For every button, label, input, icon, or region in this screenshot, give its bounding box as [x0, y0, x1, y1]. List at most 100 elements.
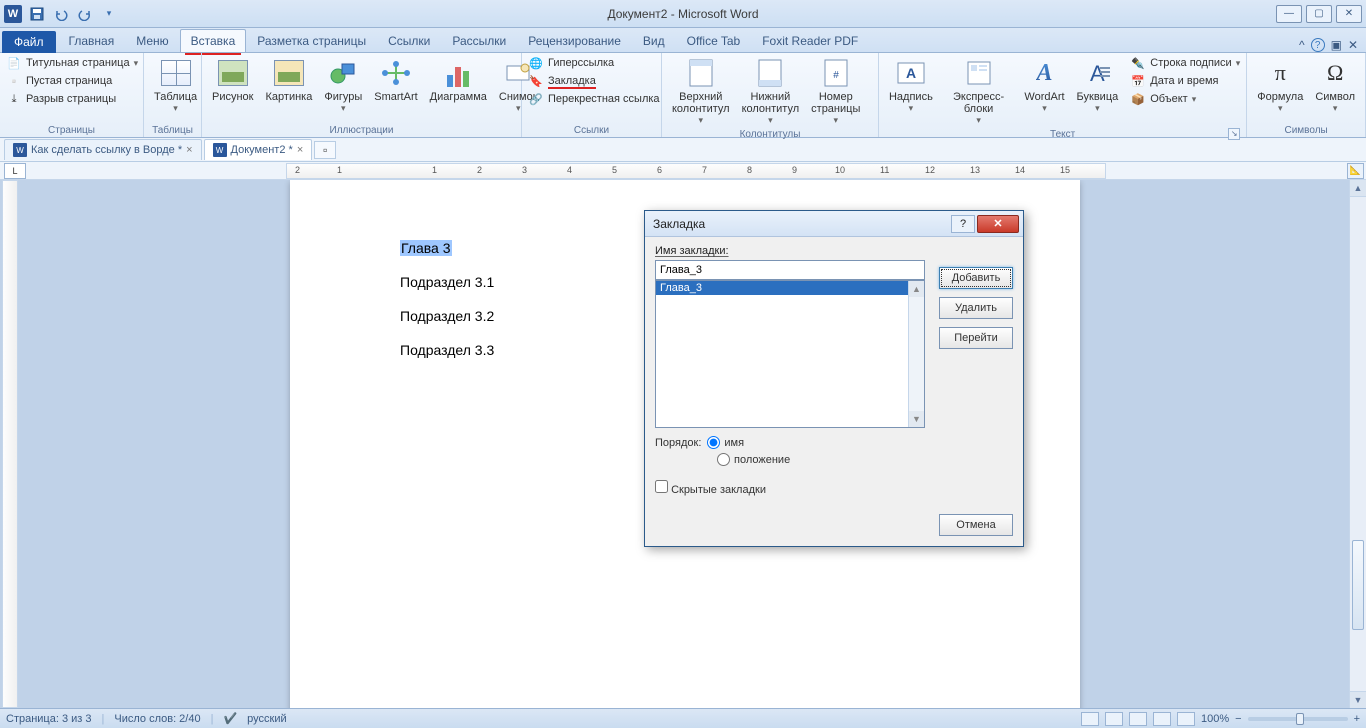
tab-view[interactable]: Вид: [632, 29, 676, 52]
tab-home[interactable]: Главная: [58, 29, 126, 52]
clipart-button[interactable]: Картинка: [262, 55, 317, 105]
page-break-button[interactable]: ⤓Разрыв страницы: [6, 91, 138, 107]
help-icon[interactable]: ?: [1311, 38, 1325, 52]
zoom-in-button[interactable]: +: [1354, 713, 1360, 725]
tab-insert[interactable]: Вставка: [180, 29, 247, 52]
close-tab-icon[interactable]: ×: [186, 144, 192, 156]
doc-tab-2[interactable]: WДокумент2 *×: [204, 139, 313, 160]
goto-button[interactable]: Перейти: [939, 327, 1013, 349]
wordart-button[interactable]: AWordArt: [1020, 55, 1068, 116]
cover-page-button[interactable]: 📄Титульная страница: [6, 55, 138, 71]
zoom-out-button[interactable]: −: [1235, 713, 1241, 725]
ribbon-minimize-icon[interactable]: ^: [1299, 38, 1305, 52]
status-language[interactable]: русский: [247, 713, 286, 725]
table-button[interactable]: Таблица: [150, 55, 201, 116]
picture-button[interactable]: Рисунок: [208, 55, 258, 105]
smartart-button[interactable]: SmartArt: [370, 55, 421, 105]
redo-icon[interactable]: [74, 3, 96, 25]
delete-button[interactable]: Удалить: [939, 297, 1013, 319]
window-controls: — ▢ ✕: [1276, 5, 1362, 23]
tab-officetab[interactable]: Office Tab: [676, 29, 752, 52]
pagenumber-button[interactable]: #Номер страницы: [807, 55, 864, 128]
status-page[interactable]: Страница: 3 из 3: [6, 713, 92, 725]
vertical-ruler[interactable]: [2, 180, 18, 708]
header-button[interactable]: Верхний колонтитул: [668, 55, 734, 128]
selected-text[interactable]: Глава 3: [400, 240, 452, 256]
datetime-button[interactable]: 📅Дата и время: [1130, 73, 1240, 89]
view-outline-icon[interactable]: [1153, 712, 1171, 726]
footer-button[interactable]: Нижний колонтитул: [738, 55, 804, 128]
zoom-knob[interactable]: [1296, 713, 1304, 725]
file-tab[interactable]: Файл: [2, 31, 56, 53]
group-headerfooter: Верхний колонтитул Нижний колонтитул #Но…: [662, 53, 879, 137]
dropcap-button[interactable]: AБуквица: [1073, 55, 1123, 116]
tab-selector[interactable]: L: [4, 163, 26, 179]
vertical-scrollbar[interactable]: ▲ ▼: [1349, 180, 1366, 708]
tab-pagelayout[interactable]: Разметка страницы: [246, 29, 377, 52]
symbol-button[interactable]: ΩСимвол: [1311, 55, 1359, 116]
dialog-help-button[interactable]: ?: [951, 215, 975, 233]
quickparts-button[interactable]: Экспресс-блоки: [941, 55, 1017, 128]
blank-page-button[interactable]: ▫️Пустая страница: [6, 73, 138, 89]
crossref-button[interactable]: 🔗Перекрестная ссылка: [528, 91, 660, 107]
scroll-thumb[interactable]: [1352, 540, 1364, 630]
dialog-titlebar[interactable]: Закладка ? ✕: [645, 211, 1023, 237]
list-scroll-down-icon[interactable]: ▼: [909, 411, 924, 427]
hidden-bookmarks-checkbox[interactable]: Скрытые закладки: [655, 480, 766, 496]
signature-line-button[interactable]: ✒️Строка подписи: [1130, 55, 1240, 71]
chart-button[interactable]: Диаграмма: [426, 55, 491, 105]
cancel-button[interactable]: Отмена: [939, 514, 1013, 536]
list-scroll-up-icon[interactable]: ▲: [909, 281, 924, 297]
new-tab-button[interactable]: ▫: [314, 141, 336, 159]
restore-icon[interactable]: ▣: [1331, 38, 1342, 52]
tab-review[interactable]: Рецензирование: [517, 29, 632, 52]
equation-button[interactable]: πФормула: [1253, 55, 1307, 116]
zoom-slider[interactable]: [1248, 717, 1348, 721]
add-button[interactable]: Добавить: [939, 267, 1013, 289]
ruler-toggle-icon[interactable]: 📐: [1347, 163, 1364, 179]
textbox-button[interactable]: AНадпись: [885, 55, 937, 116]
close-button[interactable]: ✕: [1336, 5, 1362, 23]
dialog-close-button[interactable]: ✕: [977, 215, 1019, 233]
hyperlink-button[interactable]: 🌐Гиперссылка: [528, 55, 660, 71]
bookmark-icon: 🔖: [528, 73, 544, 89]
view-draft-icon[interactable]: [1177, 712, 1195, 726]
view-print-layout-icon[interactable]: [1081, 712, 1099, 726]
maximize-button[interactable]: ▢: [1306, 5, 1332, 23]
pagenumber-icon: #: [820, 57, 852, 89]
qat-customize-icon[interactable]: ▾: [98, 3, 120, 25]
tab-references[interactable]: Ссылки: [377, 29, 441, 52]
status-zoom[interactable]: 100%: [1201, 713, 1229, 725]
scroll-down-icon[interactable]: ▼: [1350, 691, 1366, 708]
status-words[interactable]: Число слов: 2/40: [114, 713, 200, 725]
proofing-icon[interactable]: ✔️: [223, 712, 237, 725]
shapes-button[interactable]: Фигуры: [320, 55, 366, 116]
order-position-radio[interactable]: положение: [717, 453, 790, 466]
undo-icon[interactable]: [50, 3, 72, 25]
horizontal-ruler[interactable]: 2 1 1 2 3 4 5 6 7 8 9 10 11 12 13 14 15: [286, 163, 1106, 179]
minimize-button[interactable]: —: [1276, 5, 1302, 23]
page-break-icon: ⤓: [6, 91, 22, 107]
doc-tab-1[interactable]: WКак сделать ссылку в Ворде *×: [4, 139, 202, 160]
tab-foxit[interactable]: Foxit Reader PDF: [751, 29, 869, 52]
group-pages: 📄Титульная страница ▫️Пустая страница ⤓Р…: [0, 53, 144, 137]
close-tab-icon[interactable]: ×: [297, 144, 303, 156]
save-icon[interactable]: [26, 3, 48, 25]
close-doc-icon[interactable]: ✕: [1348, 38, 1358, 52]
bookmark-list-item[interactable]: Глава_3: [656, 281, 924, 295]
object-button[interactable]: 📦Объект: [1130, 91, 1240, 107]
text-group-launcher[interactable]: ↘: [1228, 128, 1240, 140]
list-scrollbar[interactable]: ▲▼: [908, 281, 924, 427]
bookmark-list[interactable]: Глава_3 ▲▼: [655, 280, 925, 428]
shapes-icon: [327, 57, 359, 89]
tab-mailings[interactable]: Рассылки: [441, 29, 517, 52]
tab-menu[interactable]: Меню: [125, 29, 179, 52]
group-tables: Таблица Таблицы: [144, 53, 202, 137]
bookmark-name-input[interactable]: [655, 260, 925, 280]
crossref-icon: 🔗: [528, 91, 544, 107]
bookmark-button[interactable]: 🔖Закладка: [528, 73, 660, 89]
view-web-icon[interactable]: [1129, 712, 1147, 726]
view-fullscreen-icon[interactable]: [1105, 712, 1123, 726]
order-name-radio[interactable]: имя: [707, 436, 744, 449]
scroll-up-icon[interactable]: ▲: [1350, 180, 1366, 197]
